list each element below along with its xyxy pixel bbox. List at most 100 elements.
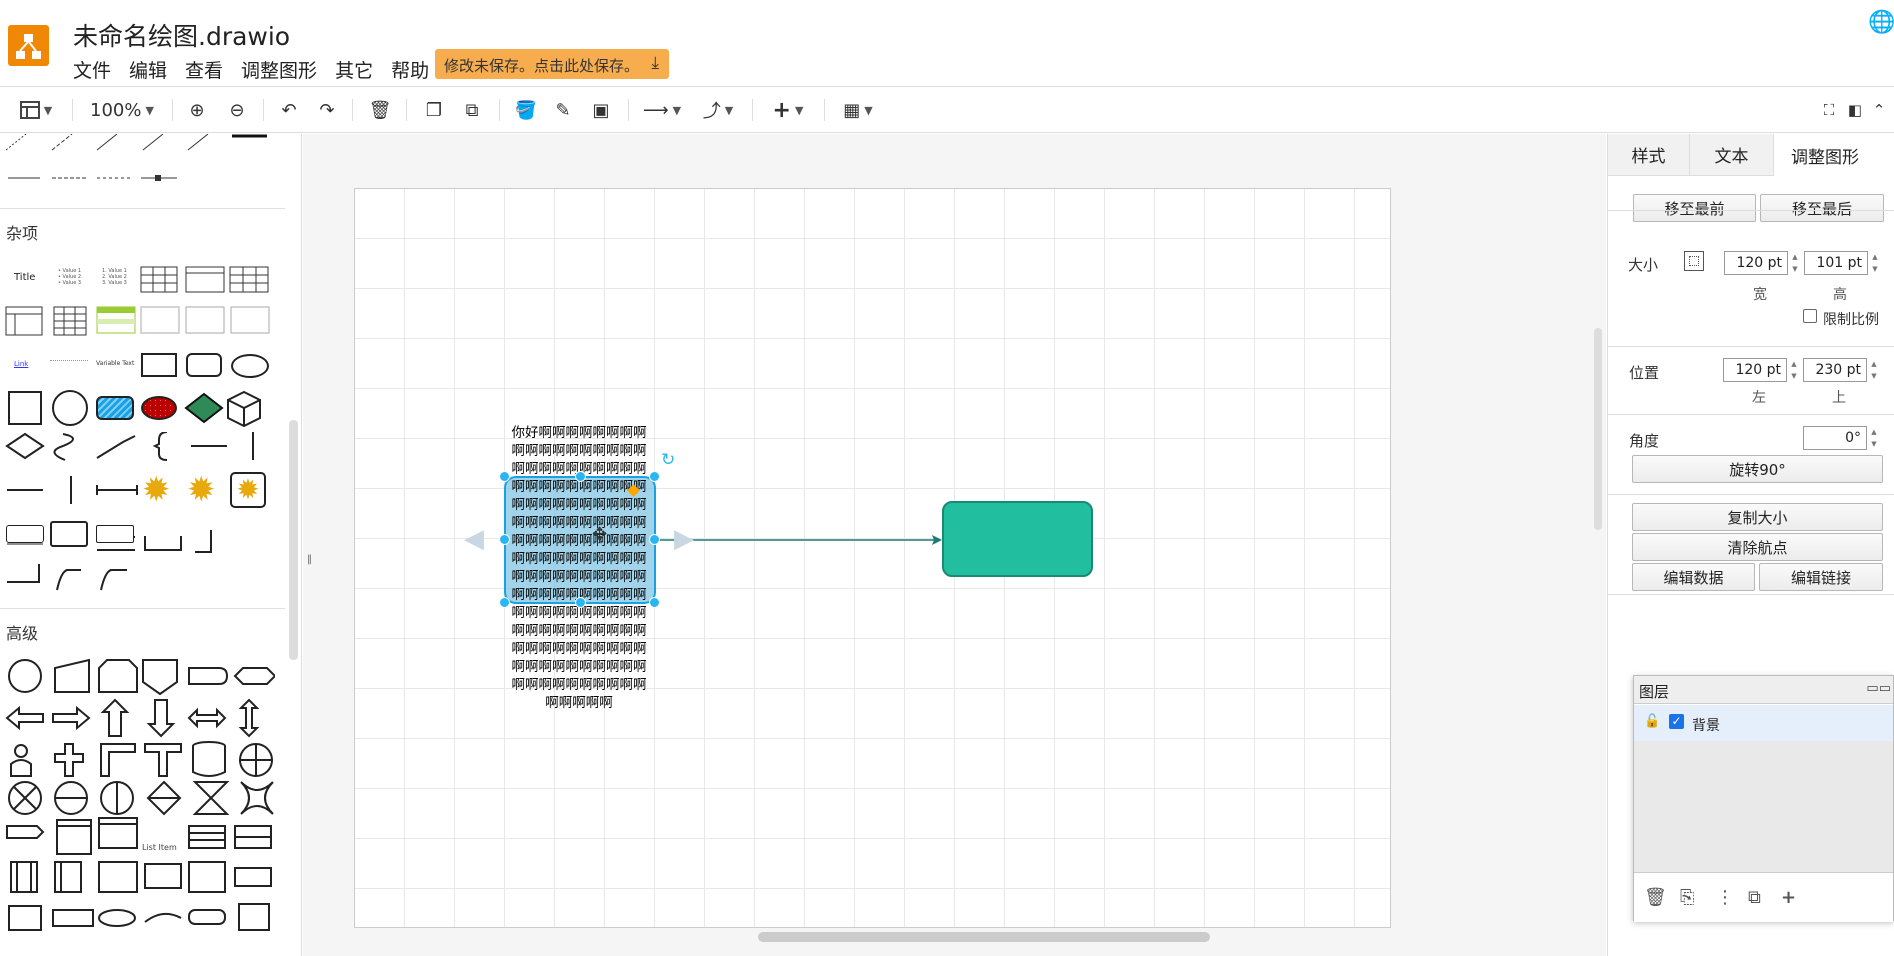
menu-edit[interactable]: 编辑: [129, 56, 167, 83]
undo-button[interactable]: ↶: [276, 95, 302, 125]
copy-size-button[interactable]: 复制大小: [1632, 503, 1883, 531]
shape-gear-label[interactable]: [50, 521, 88, 547]
resize-handle-nw[interactable]: [499, 471, 510, 482]
shape-rectangle[interactable]: [141, 353, 177, 377]
insert-button[interactable]: + ▼: [766, 95, 810, 125]
shape-tables-row1[interactable]: [140, 266, 270, 296]
resize-handle-n[interactable]: [575, 471, 586, 482]
resize-handle-s[interactable]: [575, 597, 586, 608]
zoom-out-button[interactable]: ⊖: [224, 95, 250, 125]
edit-link-button[interactable]: 编辑链接: [1759, 563, 1883, 591]
menu-help[interactable]: 帮助: [391, 56, 429, 83]
shape-numbered-list[interactable]: 1. Value 1 2. Value 2 3. Value 3: [102, 268, 127, 286]
layer-visible-checkbox[interactable]: ✓: [1669, 714, 1684, 729]
tab-text[interactable]: 文本: [1690, 134, 1774, 176]
to-front-button[interactable]: 移至最前: [1633, 194, 1756, 222]
resize-handle-se[interactable]: [649, 597, 660, 608]
shape-bullet-list[interactable]: • Value 1 • Value 2 • Value 3: [58, 268, 81, 286]
rotate-90-button[interactable]: 旋转90°: [1632, 455, 1883, 483]
menu-arrange[interactable]: 调整图形: [241, 56, 317, 83]
to-back-button[interactable]: 移至最后: [1760, 194, 1884, 222]
resize-handle-e[interactable]: [649, 534, 660, 545]
layer-name[interactable]: 背景: [1692, 715, 1720, 735]
edit-data-button[interactable]: 编辑数据: [1632, 563, 1755, 591]
gear-card-shape[interactable]: ✹: [230, 472, 266, 508]
shape-link[interactable]: Link: [14, 360, 28, 368]
section-advanced[interactable]: 高级: [6, 620, 38, 644]
shape-ellipse[interactable]: [231, 354, 269, 378]
add-layer-icon[interactable]: +: [1781, 887, 1796, 908]
to-back-button[interactable]: ⧉: [459, 95, 485, 125]
fullscreen-button[interactable]: ⛶: [1818, 95, 1840, 125]
shape-tables-row2[interactable]: [5, 306, 275, 336]
shadow-button[interactable]: ▣: [588, 95, 614, 125]
layer-row[interactable]: 🔓 ✓ 背景: [1634, 705, 1893, 741]
collapse-button[interactable]: ⌃: [1868, 95, 1890, 125]
shape-title[interactable]: Title: [14, 272, 35, 283]
shape-list-item[interactable]: List Item: [142, 843, 177, 852]
redo-button[interactable]: ↷: [314, 95, 340, 125]
left-input[interactable]: 120 pt: [1723, 358, 1787, 382]
shape-variable-text[interactable]: Variable Text: [96, 360, 134, 367]
language-globe-icon[interactable]: 🌐: [1868, 10, 1894, 35]
trash-icon[interactable]: 🗑: [1644, 887, 1667, 908]
height-input[interactable]: 101 pt: [1804, 251, 1868, 275]
shape-rounded-rect[interactable]: [186, 353, 222, 377]
move-selection-icon[interactable]: ⎘: [1680, 887, 1694, 908]
height-spinner[interactable]: ▲ ▼: [1870, 251, 1880, 275]
resize-handle-sw[interactable]: [499, 597, 510, 608]
advanced-shapes-grid[interactable]: [5, 658, 275, 956]
layers-header[interactable]: 图层 ▭▭: [1634, 676, 1893, 704]
unlock-icon[interactable]: 🔓: [1644, 714, 1660, 729]
shape-hatched-rect[interactable]: [96, 396, 134, 420]
connect-left-arrow-icon[interactable]: ◀: [464, 524, 484, 554]
shape-misc-lines[interactable]: [5, 432, 275, 662]
zoom-in-button[interactable]: ⊕: [184, 95, 210, 125]
window-minimize-icon[interactable]: ▭▭: [1866, 681, 1891, 696]
document-title[interactable]: 未命名绘图.drawio: [73, 17, 290, 53]
fill-color-button[interactable]: 🪣: [513, 95, 539, 125]
angle-input[interactable]: 0°: [1803, 426, 1867, 450]
shape-diamond-cube[interactable]: [184, 390, 274, 430]
resize-handle-w[interactable]: [499, 534, 510, 545]
format-panel-toggle[interactable]: ◧: [1844, 95, 1866, 125]
waypoints-button[interactable]: ⤴ ▼: [696, 95, 740, 125]
delete-button[interactable]: 🗑: [367, 95, 393, 125]
section-misc[interactable]: 杂项: [6, 220, 38, 244]
vertical-scrollbar[interactable]: [1594, 328, 1602, 530]
tab-arrange[interactable]: 调整图形: [1774, 134, 1894, 176]
autosize-icon[interactable]: [1684, 251, 1704, 271]
resize-handle-ne[interactable]: [649, 471, 660, 482]
top-spinner[interactable]: ▲ ▼: [1869, 358, 1879, 382]
top-input[interactable]: 230 pt: [1803, 358, 1867, 382]
menu-view[interactable]: 查看: [185, 56, 223, 83]
duplicate-layer-icon[interactable]: ⧉: [1748, 887, 1761, 908]
tab-style[interactable]: 样式: [1608, 134, 1690, 176]
gear-icon[interactable]: ✹: [142, 473, 171, 507]
shape-text-block[interactable]: [50, 360, 88, 364]
shape-dotted-ellipse[interactable]: [141, 396, 177, 420]
sidebar-resize-handle-icon[interactable]: ‖: [307, 554, 312, 565]
more-vertical-icon[interactable]: ⋮: [1716, 887, 1734, 908]
selected-shape-text[interactable]: 你好啊啊啊啊啊啊啊啊啊啊啊啊啊啊啊啊啊啊啊啊啊啊啊啊啊啊啊啊啊啊啊啊啊啊啊啊啊啊…: [505, 424, 653, 712]
left-spinner[interactable]: ▲ ▼: [1789, 358, 1799, 382]
gear-icon[interactable]: ✹: [187, 473, 216, 507]
shape-square[interactable]: [8, 391, 42, 425]
table-button[interactable]: ▦ ▼: [836, 95, 880, 125]
view-panels-button[interactable]: ▼: [12, 95, 60, 125]
width-spinner[interactable]: ▲ ▼: [1790, 251, 1800, 275]
shape-label-small[interactable]: [6, 525, 44, 543]
line-color-button[interactable]: ✎: [549, 95, 577, 125]
unsaved-changes-button[interactable]: 修改未保存。点击此处保存。 ⤓: [435, 49, 669, 79]
horizontal-scrollbar[interactable]: [758, 932, 1210, 942]
menu-file[interactable]: 文件: [73, 56, 111, 83]
connector-edge[interactable]: [650, 530, 950, 550]
connect-right-arrow-icon[interactable]: ▶: [674, 524, 694, 554]
angle-spinner[interactable]: ▲ ▼: [1869, 426, 1879, 450]
shape-play-label[interactable]: [96, 525, 134, 543]
constrain-proportions-checkbox[interactable]: [1803, 309, 1817, 323]
rotate-handle-icon[interactable]: ↻: [661, 450, 675, 470]
width-input[interactable]: 120 pt: [1724, 251, 1788, 275]
clear-waypoints-button[interactable]: 清除航点: [1632, 533, 1883, 561]
connection-style-button[interactable]: ⟶ ▼: [640, 95, 684, 125]
